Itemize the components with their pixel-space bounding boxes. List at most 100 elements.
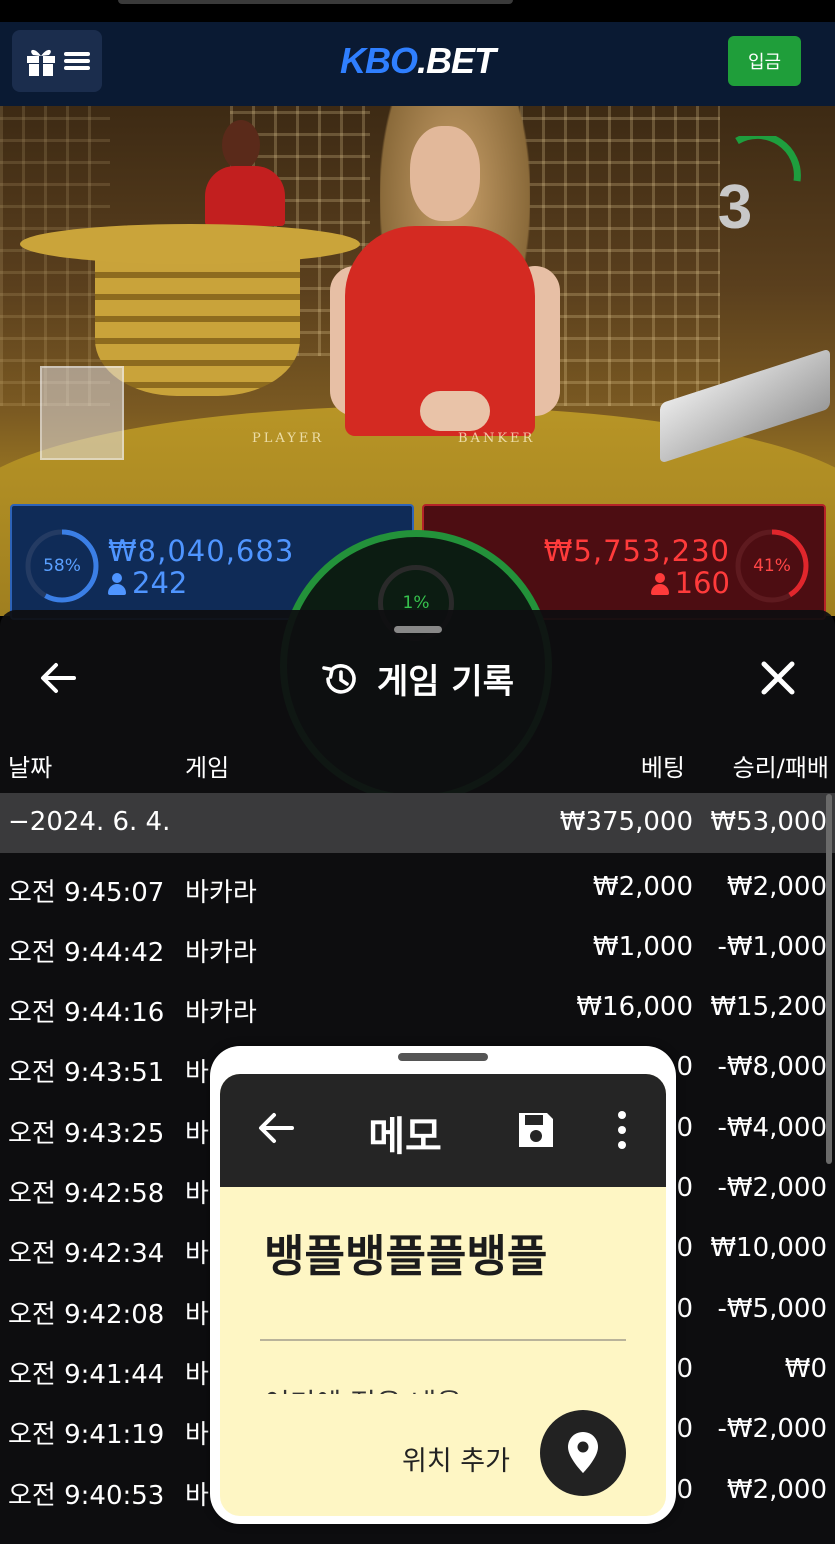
logo-part1: KBO [339,40,418,81]
banker-bettor-count: 160 [650,566,730,600]
countdown-timer: 3 [717,173,753,242]
row-bet: ₩2,000 [592,872,693,902]
player-percent: 58% [43,556,81,576]
row-result: ₩2,000 [726,872,827,902]
row-time: 오전 9:43:51 [8,1058,165,1088]
row-bet: 0 [676,1475,693,1505]
deposit-button[interactable]: 입금 [728,36,801,86]
history-title-bar: 게임 기록 [0,654,835,703]
row-game: 바 [185,1239,209,1269]
app-header: KBO.BET 입금 [0,22,835,107]
history-row[interactable]: 오전 9:44:16 바카라 ₩16,000 ₩15,200 [0,978,835,1038]
row-bet: ₩1,000 [592,932,693,962]
dealer-face [410,126,480,221]
memo-body-text[interactable]: 여기에 적은 내용 [264,1376,564,1394]
row-result: -₩2,000 [717,1173,827,1203]
felt-banker-label: BANKER [458,431,536,446]
row-result: ₩2,000 [726,1475,827,1505]
kbo-bet-logo[interactable]: KBO.BET [0,40,835,82]
history-row[interactable]: 오전 9:44:42 바카라 ₩1,000 -₩1,000 [0,918,835,978]
memo-heading[interactable]: 뱅플뱅플플뱅플 [264,1220,547,1284]
row-result: -₩5,000 [717,1294,827,1324]
row-bet: ₩16,000 [576,992,693,1022]
row-game: 바카라 [185,998,257,1028]
row-time: 오전 9:42:34 [8,1239,165,1269]
memo-divider [260,1339,626,1341]
location-pin-icon [568,1432,598,1473]
banker-percent-ring: 41% [734,528,810,604]
background-dealer-body [205,166,285,226]
row-bet: 0 [676,1233,693,1263]
date-group-date: −2024. 6. 4. [8,807,171,837]
row-game: 바카라 [185,938,257,968]
history-row[interactable]: 오전 9:45:07 바카라 ₩2,000 ₩2,000 [0,858,835,918]
player-bettors: 242 [132,566,188,600]
row-bet: 0 [676,1173,693,1203]
row-result: ₩0 [784,1354,827,1384]
row-game: 바 [185,1300,209,1330]
sheet-drag-handle[interactable] [394,626,442,633]
row-result: -₩8,000 [717,1052,827,1082]
more-vertical-icon[interactable] [612,1108,632,1152]
background-table-stand [95,256,300,396]
date-group-result: ₩53,000 [710,807,827,837]
row-time: 오전 9:41:44 [8,1360,165,1390]
memo-drag-handle[interactable] [398,1053,488,1061]
column-header-date: 날짜 [8,754,53,782]
row-game: 바 [185,1420,209,1450]
row-game: 바 [185,1481,209,1511]
dealer-hands [420,391,490,431]
row-game: 바 [185,1058,209,1088]
history-scrollbar[interactable] [826,794,832,1164]
status-bar [0,0,835,22]
memo-card: 메모 뱅플뱅플플뱅플 여기에 적은 내용 위치 추가 [220,1074,666,1516]
row-result: ₩10,000 [710,1233,827,1263]
notch [118,0,513,4]
banker-bettors: 160 [674,566,730,600]
row-time: 오전 9:44:42 [8,938,165,968]
row-result: -₩2,000 [717,1414,827,1444]
row-time: 오전 9:42:08 [8,1300,165,1330]
memo-widget: 메모 뱅플뱅플플뱅플 여기에 적은 내용 위치 추가 [210,1046,676,1524]
memo-toolbar: 메모 [220,1074,666,1187]
row-time: 오전 9:45:07 [8,878,165,908]
background-dealer-head [222,120,260,170]
row-time: 오전 9:43:25 [8,1119,165,1149]
date-group-bet: ₩375,000 [559,807,693,837]
banker-bet-amount: ₩5,753,230 [543,534,730,568]
row-time: 오전 9:44:16 [8,998,165,1028]
save-icon[interactable] [515,1109,557,1151]
row-time: 오전 9:42:58 [8,1179,165,1209]
row-result: -₩1,000 [717,932,827,962]
player-percent-ring: 58% [24,528,100,604]
logo-part2: .BET [416,40,496,81]
row-game: 바 [185,1179,209,1209]
background-table-top [20,224,360,264]
row-result: -₩4,000 [717,1113,827,1143]
row-game: 바 [185,1119,209,1149]
history-clock-icon [322,663,356,694]
card-discard-holder [40,366,124,460]
row-time: 오전 9:40:53 [8,1481,165,1511]
person-icon [108,573,126,595]
row-time: 오전 9:41:19 [8,1420,165,1450]
row-bet: 0 [676,1414,693,1444]
player-bet-amount: ₩8,040,683 [108,534,295,568]
player-bettor-count: 242 [108,566,187,600]
add-location-label: 위치 추가 [402,1446,510,1477]
add-location-button[interactable] [540,1410,626,1496]
row-bet: 0 [676,1294,693,1324]
row-bet: 0 [676,1113,693,1143]
close-icon[interactable] [756,656,800,700]
felt-player-label: PLAYER [252,431,325,446]
history-title: 게임 기록 [377,662,514,702]
person-icon [650,573,669,595]
row-game: 바 [185,1360,209,1390]
column-header-result: 승리/패배 [732,754,829,782]
row-bet: 0 [676,1354,693,1384]
date-group-row[interactable]: −2024. 6. 4. ₩375,000 ₩53,000 [0,793,835,853]
column-header-game: 게임 [185,754,230,782]
row-game: 바카라 [185,878,257,908]
row-result: ₩15,200 [710,992,827,1022]
column-header-bet: 베팅 [640,754,685,782]
